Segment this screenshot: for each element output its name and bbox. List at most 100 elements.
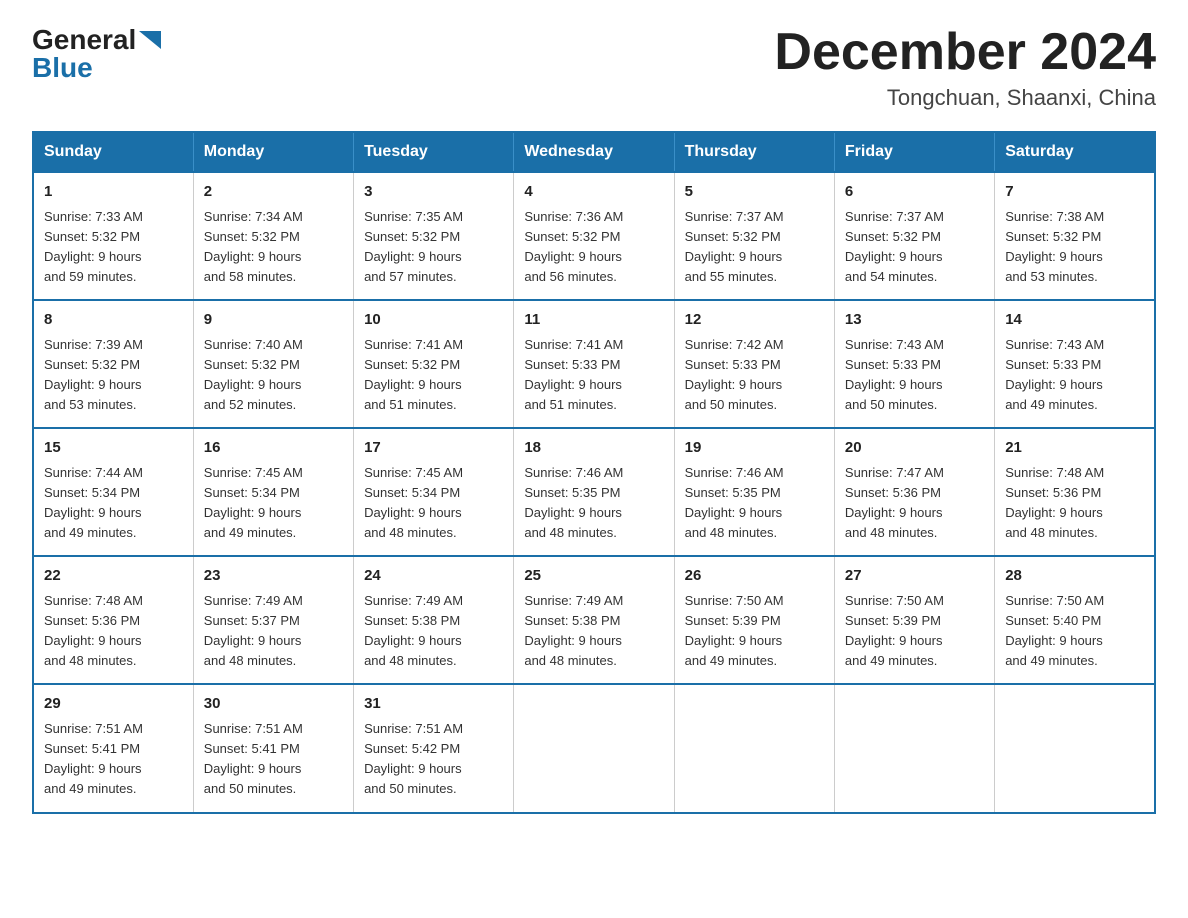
day-number: 13	[845, 309, 984, 332]
page-header: General Blue December 2024 Tongchuan, Sh…	[32, 24, 1156, 111]
day-number: 3	[364, 181, 503, 204]
day-info: Sunrise: 7:48 AM Sunset: 5:36 PM Dayligh…	[1005, 465, 1104, 540]
day-number: 15	[44, 437, 183, 460]
day-number: 1	[44, 181, 183, 204]
day-number: 25	[524, 565, 663, 588]
calendar-cell: 27 Sunrise: 7:50 AM Sunset: 5:39 PM Dayl…	[834, 556, 994, 684]
calendar-cell	[514, 684, 674, 812]
calendar-cell: 14 Sunrise: 7:43 AM Sunset: 5:33 PM Dayl…	[995, 300, 1155, 428]
column-header-tuesday: Tuesday	[354, 132, 514, 172]
day-info: Sunrise: 7:40 AM Sunset: 5:32 PM Dayligh…	[204, 337, 303, 412]
calendar-cell: 26 Sunrise: 7:50 AM Sunset: 5:39 PM Dayl…	[674, 556, 834, 684]
calendar-cell: 21 Sunrise: 7:48 AM Sunset: 5:36 PM Dayl…	[995, 428, 1155, 556]
column-header-saturday: Saturday	[995, 132, 1155, 172]
day-number: 17	[364, 437, 503, 460]
day-info: Sunrise: 7:38 AM Sunset: 5:32 PM Dayligh…	[1005, 209, 1104, 284]
location-text: Tongchuan, Shaanxi, China	[774, 85, 1156, 111]
day-info: Sunrise: 7:46 AM Sunset: 5:35 PM Dayligh…	[524, 465, 623, 540]
calendar-cell: 18 Sunrise: 7:46 AM Sunset: 5:35 PM Dayl…	[514, 428, 674, 556]
calendar-cell	[834, 684, 994, 812]
day-info: Sunrise: 7:33 AM Sunset: 5:32 PM Dayligh…	[44, 209, 143, 284]
day-info: Sunrise: 7:39 AM Sunset: 5:32 PM Dayligh…	[44, 337, 143, 412]
calendar-cell: 16 Sunrise: 7:45 AM Sunset: 5:34 PM Dayl…	[193, 428, 353, 556]
calendar-week-row: 15 Sunrise: 7:44 AM Sunset: 5:34 PM Dayl…	[33, 428, 1155, 556]
calendar-cell: 5 Sunrise: 7:37 AM Sunset: 5:32 PM Dayli…	[674, 172, 834, 300]
day-number: 22	[44, 565, 183, 588]
day-number: 24	[364, 565, 503, 588]
calendar-cell: 8 Sunrise: 7:39 AM Sunset: 5:32 PM Dayli…	[33, 300, 193, 428]
calendar-cell: 6 Sunrise: 7:37 AM Sunset: 5:32 PM Dayli…	[834, 172, 994, 300]
logo: General Blue	[32, 24, 161, 84]
day-info: Sunrise: 7:45 AM Sunset: 5:34 PM Dayligh…	[204, 465, 303, 540]
day-number: 28	[1005, 565, 1144, 588]
day-number: 11	[524, 309, 663, 332]
day-number: 5	[685, 181, 824, 204]
day-info: Sunrise: 7:50 AM Sunset: 5:39 PM Dayligh…	[685, 593, 784, 668]
calendar-cell: 2 Sunrise: 7:34 AM Sunset: 5:32 PM Dayli…	[193, 172, 353, 300]
day-number: 19	[685, 437, 824, 460]
day-number: 14	[1005, 309, 1144, 332]
calendar-cell	[995, 684, 1155, 812]
calendar-cell: 24 Sunrise: 7:49 AM Sunset: 5:38 PM Dayl…	[354, 556, 514, 684]
day-info: Sunrise: 7:46 AM Sunset: 5:35 PM Dayligh…	[685, 465, 784, 540]
calendar-cell: 13 Sunrise: 7:43 AM Sunset: 5:33 PM Dayl…	[834, 300, 994, 428]
calendar-cell: 17 Sunrise: 7:45 AM Sunset: 5:34 PM Dayl…	[354, 428, 514, 556]
day-number: 31	[364, 693, 503, 716]
day-number: 10	[364, 309, 503, 332]
day-number: 29	[44, 693, 183, 716]
calendar-table: SundayMondayTuesdayWednesdayThursdayFrid…	[32, 131, 1156, 813]
column-header-sunday: Sunday	[33, 132, 193, 172]
calendar-cell	[674, 684, 834, 812]
day-info: Sunrise: 7:37 AM Sunset: 5:32 PM Dayligh…	[685, 209, 784, 284]
day-info: Sunrise: 7:50 AM Sunset: 5:39 PM Dayligh…	[845, 593, 944, 668]
calendar-cell: 30 Sunrise: 7:51 AM Sunset: 5:41 PM Dayl…	[193, 684, 353, 812]
calendar-cell: 29 Sunrise: 7:51 AM Sunset: 5:41 PM Dayl…	[33, 684, 193, 812]
column-header-friday: Friday	[834, 132, 994, 172]
calendar-cell: 11 Sunrise: 7:41 AM Sunset: 5:33 PM Dayl…	[514, 300, 674, 428]
column-header-thursday: Thursday	[674, 132, 834, 172]
day-number: 6	[845, 181, 984, 204]
day-info: Sunrise: 7:50 AM Sunset: 5:40 PM Dayligh…	[1005, 593, 1104, 668]
day-number: 20	[845, 437, 984, 460]
column-header-monday: Monday	[193, 132, 353, 172]
day-number: 18	[524, 437, 663, 460]
day-info: Sunrise: 7:51 AM Sunset: 5:41 PM Dayligh…	[44, 721, 143, 796]
calendar-week-row: 8 Sunrise: 7:39 AM Sunset: 5:32 PM Dayli…	[33, 300, 1155, 428]
calendar-week-row: 29 Sunrise: 7:51 AM Sunset: 5:41 PM Dayl…	[33, 684, 1155, 812]
month-title: December 2024	[774, 24, 1156, 81]
day-info: Sunrise: 7:47 AM Sunset: 5:36 PM Dayligh…	[845, 465, 944, 540]
day-info: Sunrise: 7:44 AM Sunset: 5:34 PM Dayligh…	[44, 465, 143, 540]
calendar-cell: 28 Sunrise: 7:50 AM Sunset: 5:40 PM Dayl…	[995, 556, 1155, 684]
day-info: Sunrise: 7:51 AM Sunset: 5:42 PM Dayligh…	[364, 721, 463, 796]
calendar-cell: 1 Sunrise: 7:33 AM Sunset: 5:32 PM Dayli…	[33, 172, 193, 300]
calendar-cell: 9 Sunrise: 7:40 AM Sunset: 5:32 PM Dayli…	[193, 300, 353, 428]
day-info: Sunrise: 7:49 AM Sunset: 5:38 PM Dayligh…	[364, 593, 463, 668]
calendar-cell: 7 Sunrise: 7:38 AM Sunset: 5:32 PM Dayli…	[995, 172, 1155, 300]
calendar-cell: 31 Sunrise: 7:51 AM Sunset: 5:42 PM Dayl…	[354, 684, 514, 812]
day-number: 4	[524, 181, 663, 204]
day-info: Sunrise: 7:43 AM Sunset: 5:33 PM Dayligh…	[845, 337, 944, 412]
title-block: December 2024 Tongchuan, Shaanxi, China	[774, 24, 1156, 111]
calendar-cell: 12 Sunrise: 7:42 AM Sunset: 5:33 PM Dayl…	[674, 300, 834, 428]
day-number: 8	[44, 309, 183, 332]
day-number: 7	[1005, 181, 1144, 204]
day-number: 26	[685, 565, 824, 588]
calendar-cell: 19 Sunrise: 7:46 AM Sunset: 5:35 PM Dayl…	[674, 428, 834, 556]
day-number: 12	[685, 309, 824, 332]
logo-arrow-icon	[139, 31, 161, 49]
day-info: Sunrise: 7:48 AM Sunset: 5:36 PM Dayligh…	[44, 593, 143, 668]
calendar-cell: 20 Sunrise: 7:47 AM Sunset: 5:36 PM Dayl…	[834, 428, 994, 556]
day-number: 2	[204, 181, 343, 204]
day-info: Sunrise: 7:45 AM Sunset: 5:34 PM Dayligh…	[364, 465, 463, 540]
column-header-wednesday: Wednesday	[514, 132, 674, 172]
day-info: Sunrise: 7:49 AM Sunset: 5:38 PM Dayligh…	[524, 593, 623, 668]
calendar-cell: 23 Sunrise: 7:49 AM Sunset: 5:37 PM Dayl…	[193, 556, 353, 684]
calendar-cell: 15 Sunrise: 7:44 AM Sunset: 5:34 PM Dayl…	[33, 428, 193, 556]
calendar-cell: 22 Sunrise: 7:48 AM Sunset: 5:36 PM Dayl…	[33, 556, 193, 684]
day-number: 30	[204, 693, 343, 716]
day-info: Sunrise: 7:41 AM Sunset: 5:32 PM Dayligh…	[364, 337, 463, 412]
day-info: Sunrise: 7:49 AM Sunset: 5:37 PM Dayligh…	[204, 593, 303, 668]
day-number: 27	[845, 565, 984, 588]
calendar-header-row: SundayMondayTuesdayWednesdayThursdayFrid…	[33, 132, 1155, 172]
logo-blue-text: Blue	[32, 52, 93, 84]
